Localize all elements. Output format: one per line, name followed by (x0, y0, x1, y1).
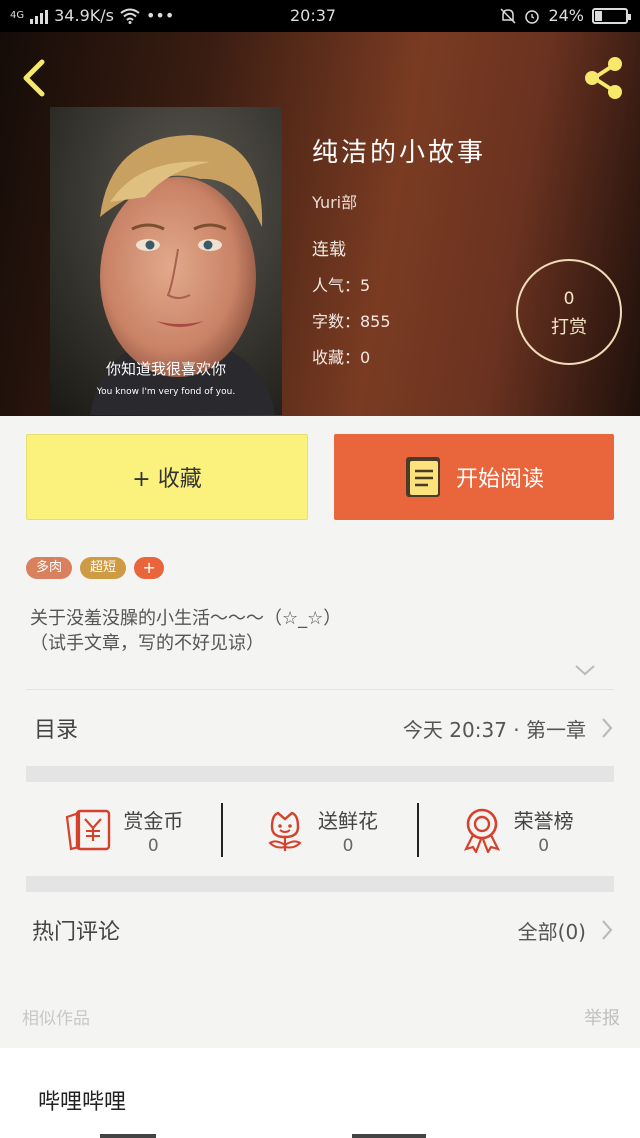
book-cover: 你知道我很喜欢你 You know I'm very fond of you. (50, 107, 282, 415)
description-line: （试手文章，写的不好见谅） (30, 633, 264, 654)
tag-list: 多肉 超短 + (26, 557, 165, 579)
wifi-icon (120, 8, 140, 24)
stat-label: 赏金币 (123, 808, 184, 833)
status-time: 20:37 (290, 6, 337, 25)
gold-coin-stat[interactable]: 赏金币 0 (26, 805, 221, 856)
chevron-right-icon (602, 718, 613, 738)
mute-icon (500, 7, 516, 24)
section-gap (26, 876, 614, 892)
battery-icon (592, 7, 631, 24)
stats-row: 赏金币 0 送鲜花 0 荣誉榜 0 (26, 784, 614, 876)
book-detail-main: + 收藏 开始阅读 多肉 超短 + 关于没羞没臊的小生活～～～（☆_☆） （试手… (0, 416, 640, 1048)
flower-stat[interactable]: 送鲜花 0 (223, 805, 418, 856)
cover-thumbnail-edge (100, 1134, 156, 1138)
book-favorites: 收藏：0 (312, 348, 371, 367)
reward-button[interactable]: 0 打赏 (516, 259, 622, 365)
chevron-right-icon (602, 920, 613, 940)
hot-comments-row: 热门评论 全部(0) (26, 894, 614, 966)
tag-item[interactable]: 超短 (80, 557, 127, 579)
similar-work-card[interactable]: 哔哩哔哩 (0, 1048, 640, 1138)
cover-thumbnail-edge (352, 1134, 426, 1138)
network-speed: 34.9K/s (54, 6, 114, 25)
share-icon[interactable] (578, 52, 630, 104)
toc-label: 目录 (34, 718, 79, 743)
stat-label: 荣誉榜 (513, 808, 574, 833)
book-description: 关于没羞没臊的小生活～～～（☆_☆） （试手文章，写的不好见谅） (30, 606, 610, 656)
book-status: 连载 (312, 240, 346, 260)
book-header: 你知道我很喜欢你 You know I'm very fond of you. … (0, 32, 640, 416)
collect-button[interactable]: + 收藏 (26, 434, 308, 520)
battery-percent: 24% (548, 6, 584, 25)
toc-latest-chapter: 今天 20:37 · 第一章 (402, 717, 586, 742)
start-reading-button[interactable]: 开始阅读 (334, 434, 614, 520)
signal-icon (30, 8, 49, 24)
network-label: 4G (10, 10, 25, 21)
stat-value: 0 (538, 835, 550, 856)
book-author[interactable]: Yuri部 (312, 189, 486, 213)
chevron-down-icon[interactable] (574, 662, 596, 678)
tag-item[interactable]: 多肉 (26, 557, 73, 579)
section-gap (26, 766, 614, 782)
report-button[interactable]: 举报 (584, 1004, 620, 1030)
flower-icon (268, 811, 302, 851)
start-reading-label: 开始阅读 (455, 467, 544, 492)
medal-icon (463, 808, 500, 853)
book-popularity: 人气：5 (312, 276, 371, 295)
book-word-count: 字数：855 (312, 312, 391, 331)
stat-value: 0 (147, 835, 159, 856)
collect-label: + 收藏 (132, 467, 202, 492)
book-title: 纯洁的小故事 (312, 138, 487, 168)
book-icon (405, 457, 440, 497)
add-tag-button[interactable]: + (134, 557, 165, 579)
all-comments-label: 全部(0) (517, 919, 586, 944)
all-comments-link[interactable]: 全部(0) (518, 916, 614, 945)
stat-value: 0 (342, 835, 354, 856)
cover-subtitle-cn: 你知道我很喜欢你 (105, 360, 226, 378)
status-bar: 4G 34.9K/s ••• 20:37 24% (0, 0, 640, 32)
description-line: 关于没羞没臊的小生活～～～（☆_☆） (30, 608, 342, 629)
more-notifications-icon: ••• (145, 6, 175, 25)
stat-label: 送鲜花 (318, 808, 378, 833)
cover-subtitle-en: You know I'm very fond of you. (96, 387, 236, 397)
table-of-contents-row[interactable]: 目录 今天 20:37 · 第一章 (26, 690, 614, 766)
reward-label: 打赏 (551, 317, 587, 338)
reward-count: 0 (563, 289, 575, 309)
similar-work-title: 哔哩哔哩 (38, 1090, 127, 1115)
back-arrow-icon[interactable] (14, 54, 54, 102)
alarm-icon (525, 9, 540, 24)
hot-comments-label: 热门评论 (32, 920, 121, 945)
book-info: 纯洁的小故事 Yuri部 连载 人气：5 字数：855 收藏：0 (312, 132, 486, 368)
honor-board-stat[interactable]: 荣誉榜 0 (419, 805, 614, 856)
red-envelope-icon (66, 809, 111, 851)
similar-works-label: 相似作品 (22, 1009, 90, 1029)
